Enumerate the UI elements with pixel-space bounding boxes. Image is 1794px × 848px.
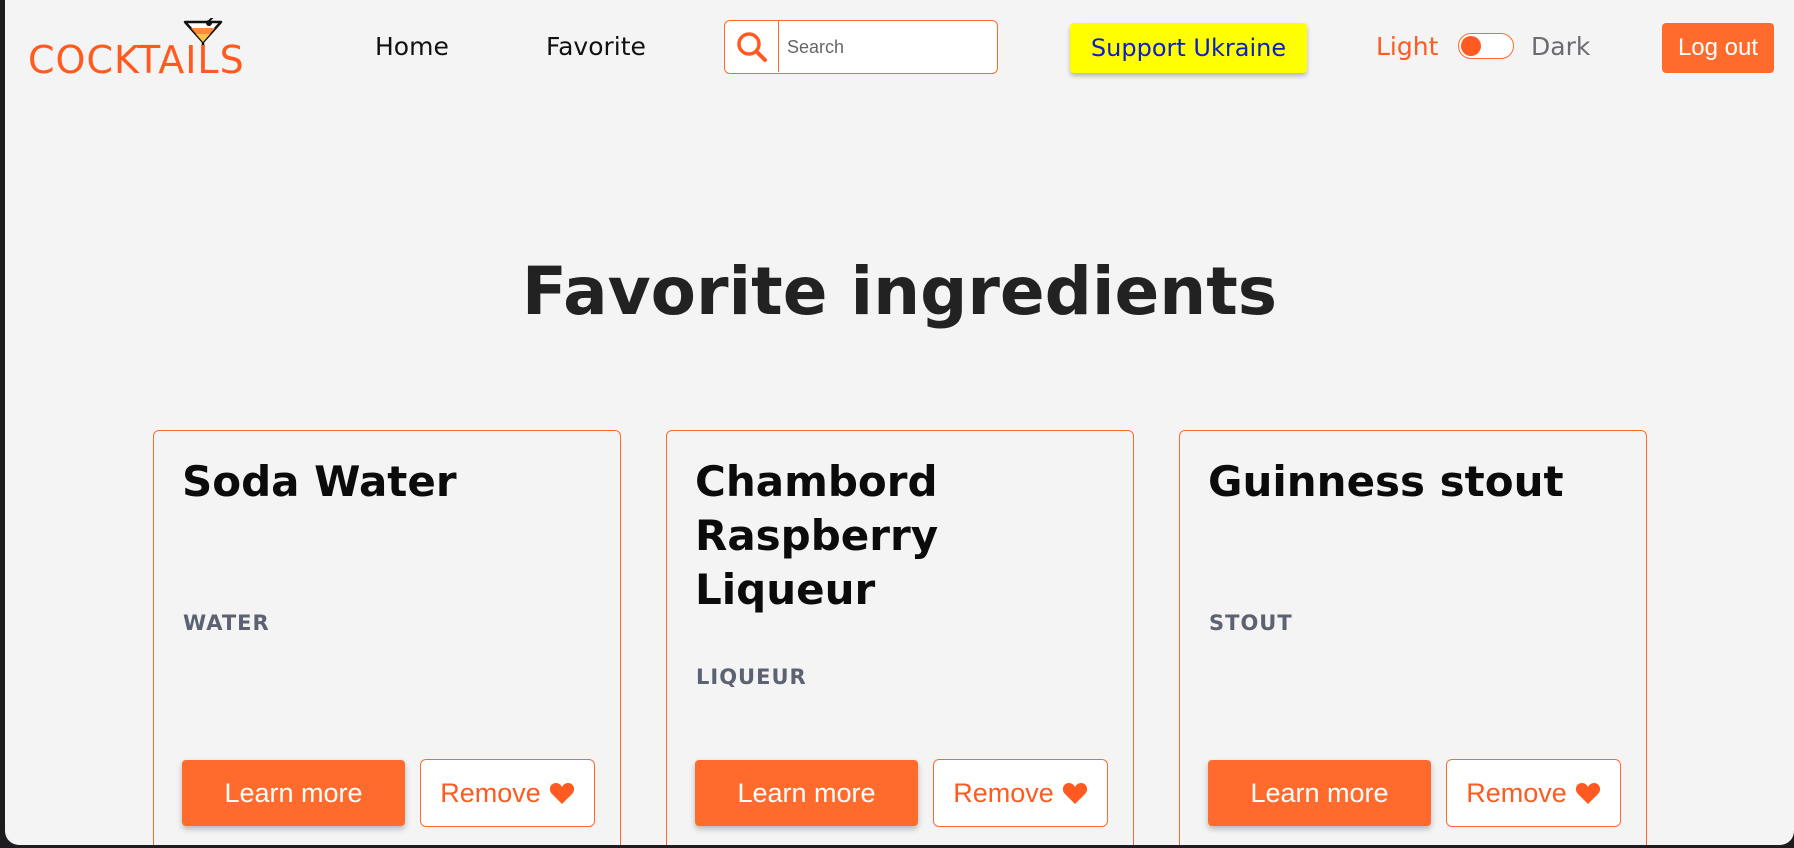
logo[interactable]: COCKTAILS — [28, 18, 258, 82]
search-icon — [736, 31, 767, 62]
ingredient-card: Guinness stout STOUT Learn more Remove — [1179, 430, 1647, 845]
remove-label: Remove — [1466, 777, 1567, 808]
nav-favorite[interactable]: Favorite — [546, 30, 646, 64]
ingredient-card: Soda Water WATER Learn more Remove — [153, 430, 621, 845]
remove-label: Remove — [440, 777, 541, 808]
remove-favorite-button[interactable]: Remove — [420, 759, 595, 827]
ingredient-type: WATER — [183, 611, 270, 635]
search-input[interactable] — [785, 29, 989, 65]
ingredient-type: LIQUEUR — [696, 665, 807, 689]
heart-icon — [1062, 783, 1087, 804]
support-ukraine-button[interactable]: Support Ukraine — [1070, 23, 1307, 73]
heart-icon — [1575, 783, 1600, 804]
page: COCKTAILS Home Favorite Support Ukraine … — [5, 0, 1794, 845]
nav-home[interactable]: Home — [375, 30, 449, 64]
heart-icon — [549, 783, 574, 804]
page-title: Favorite ingredients — [521, 253, 1278, 330]
search-box — [724, 20, 998, 74]
remove-label: Remove — [953, 777, 1054, 808]
header: COCKTAILS Home Favorite Support Ukraine … — [5, 0, 1794, 100]
logout-button[interactable]: Log out — [1662, 23, 1774, 73]
remove-favorite-button[interactable]: Remove — [933, 759, 1108, 827]
theme-toggle[interactable] — [1458, 33, 1514, 59]
ingredient-card: Chambord Raspberry Liqueur LIQUEUR Learn… — [666, 430, 1134, 845]
remove-favorite-button[interactable]: Remove — [1446, 759, 1621, 827]
learn-more-button[interactable]: Learn more — [182, 760, 405, 826]
learn-more-button[interactable]: Learn more — [695, 760, 918, 826]
ingredient-type: STOUT — [1209, 611, 1293, 635]
ingredient-name: Guinness stout — [1208, 457, 1564, 506]
learn-more-button[interactable]: Learn more — [1208, 760, 1431, 826]
theme-toggle-knob — [1461, 35, 1481, 56]
logo-text: COCKTAILS — [28, 38, 245, 82]
ingredient-name: Soda Water — [182, 457, 457, 506]
theme-light-label: Light — [1376, 32, 1439, 61]
theme-dark-label: Dark — [1531, 32, 1591, 61]
search-button[interactable] — [725, 21, 779, 72]
ingredient-name: Chambord Raspberry Liqueur — [695, 457, 939, 614]
